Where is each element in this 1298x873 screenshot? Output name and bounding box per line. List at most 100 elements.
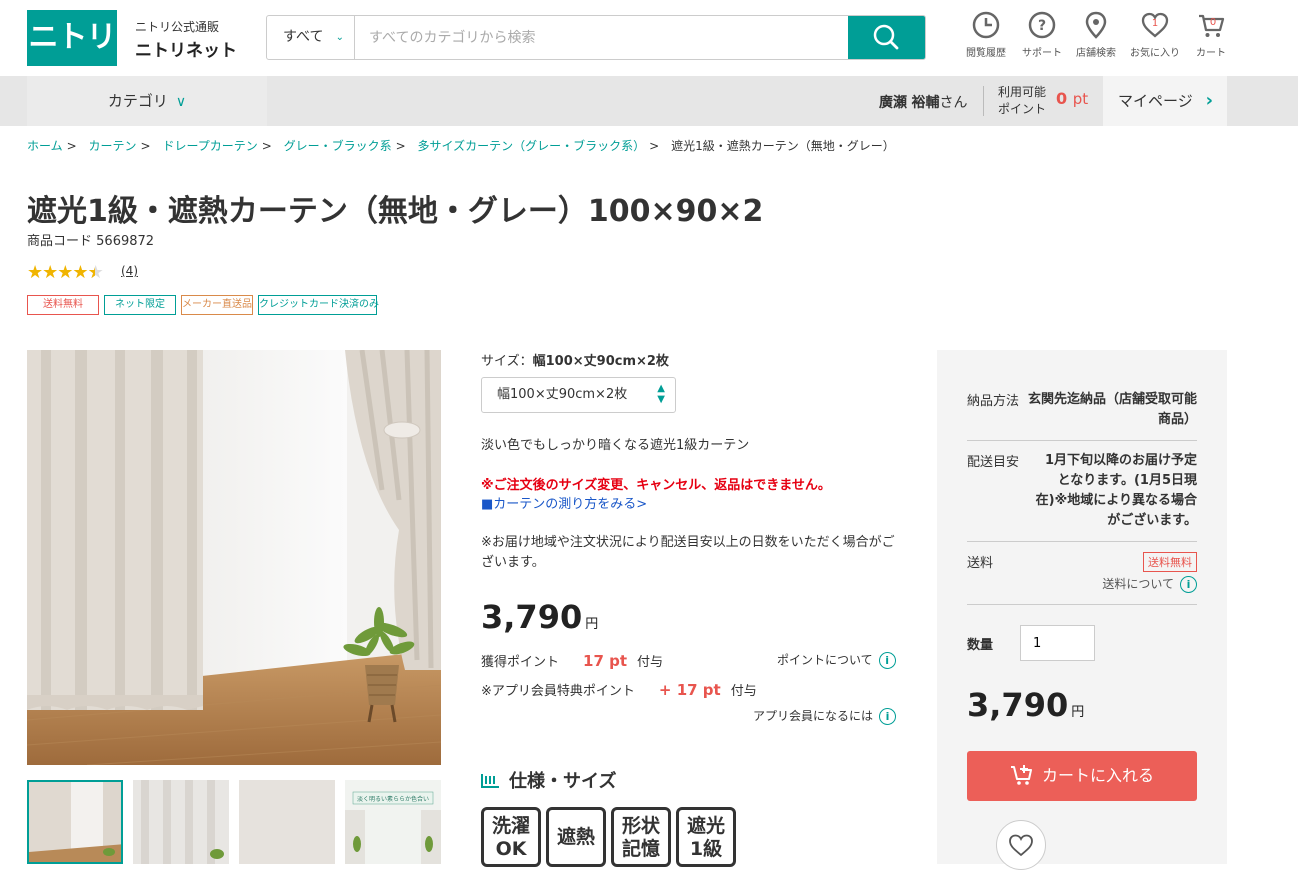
thumbnail-image [29, 782, 121, 862]
delivery-eta-row: 配送目安 1月下旬以降のお届け予定となります。(1月5日現在)※地域により異なる… [967, 451, 1197, 531]
badge-line: OK [495, 838, 527, 860]
mypage-label: マイページ [1118, 92, 1193, 110]
product-main-image[interactable] [27, 350, 441, 765]
history-link[interactable]: 閲覧履歴 [958, 10, 1014, 59]
badge-shape-memory: 形状 記憶 [611, 807, 671, 867]
svg-text:?: ? [1038, 18, 1046, 34]
chevron-down-icon: ∨ [175, 94, 187, 110]
add-to-cart-label: カートに入れる [1041, 766, 1154, 785]
size-select[interactable]: 幅100×丈90cm×2枚 ▲ ▼ [481, 377, 676, 413]
thumbnail-1[interactable] [27, 780, 123, 864]
breadcrumb-separator: > [261, 139, 272, 153]
thumbnail-image [133, 780, 229, 864]
help-icon: ? [1028, 11, 1056, 39]
history-label: 閲覧履歴 [966, 48, 1006, 59]
chevron-down-icon: ⌄ [335, 32, 344, 43]
tag-maker-direct: メーカー直送品 [181, 295, 253, 315]
divider [967, 604, 1197, 605]
review-count-link[interactable]: (4) [121, 264, 138, 278]
shipping-info-label: 送料について [1102, 577, 1174, 591]
search-bar: すべて ⌄ [266, 15, 926, 60]
add-to-cart-button[interactable]: カートに入れる [967, 751, 1197, 801]
cart-count: 0 [1210, 17, 1216, 28]
divider [967, 440, 1197, 441]
mypage-link[interactable]: マイページ › [1103, 76, 1227, 126]
search-input[interactable] [355, 16, 849, 59]
user-suffix: さん [939, 95, 968, 111]
product-description: 淡い色でもしっかり暗くなる遮光1級カーテン [481, 438, 750, 453]
badge-line: 1級 [689, 838, 723, 860]
cart-link[interactable]: 0 カート [1183, 10, 1239, 59]
earned-points-row: 獲得ポイント 17 pt 付与 [481, 651, 663, 670]
support-link[interactable]: ? サポート [1014, 10, 1070, 59]
breadcrumb: ホーム > カーテン > ドレープカーテン > グレー・ブラック系 > 多サイズカーテン… [27, 137, 895, 154]
category-menu-button[interactable]: カテゴリ ∨ [27, 76, 267, 126]
app-points-value: + 17 pt [658, 681, 721, 699]
support-label: サポート [1022, 48, 1062, 59]
info-icon: i [1180, 576, 1197, 593]
star-icon: ★ [42, 262, 58, 283]
search-category-select[interactable]: すべて ⌄ [267, 16, 355, 59]
delivery-method-row: 納品方法 玄関先迄納品（店舗受取可能商品） [967, 390, 1197, 430]
spec-heading: 仕様・サイズ [481, 767, 616, 793]
favorites-label: お気に入り [1130, 48, 1180, 59]
quantity-input[interactable] [1020, 625, 1095, 661]
star-icon: ★ [27, 262, 43, 283]
star-icon: ★ [57, 262, 73, 283]
shipping-info-link[interactable]: 送料について i [1102, 575, 1197, 593]
price-currency: 円 [585, 617, 599, 632]
favorites-count: 1 [1152, 18, 1158, 29]
chevron-right-icon: › [1205, 90, 1213, 111]
favorites-link[interactable]: 1 お気に入り [1127, 10, 1183, 59]
thumbnail-image [239, 780, 335, 864]
thumbnail-caption: 淡く明るい素ららか色合い [357, 795, 429, 803]
app-points-suffix: 付与 [730, 684, 757, 699]
user-greeting: 廣瀬 裕輔さん [879, 92, 967, 112]
star-half-icon: ★★ [87, 262, 104, 283]
shipping-label: 送料 [967, 556, 994, 571]
quantity-label: 数量 [967, 638, 994, 653]
thumbnail-4[interactable]: 淡く明るい素ららか色合い [345, 780, 441, 864]
breadcrumb-gray-black[interactable]: グレー・ブラック系 [284, 139, 392, 153]
points-info-link[interactable]: ポイントについて i [777, 651, 896, 669]
breadcrumb-separator: > [66, 139, 77, 153]
brand-subtitle: ニトリ公式通販 [135, 20, 220, 34]
purchase-panel: 納品方法 玄関先迄納品（店舗受取可能商品） 配送目安 1月下旬以降のお届け予定と… [937, 350, 1227, 870]
tag-free-shipping: 送料無料 [27, 295, 99, 315]
breadcrumb-drape[interactable]: ドレープカーテン [162, 139, 257, 153]
breadcrumb-current: 遮光1級・遮熱カーテン（無地・グレー） [671, 139, 895, 153]
points-value: 0 [1056, 89, 1068, 108]
points-unit: pt [1072, 90, 1089, 108]
add-to-favorites-button[interactable] [996, 820, 1046, 870]
star-icon: ★ [72, 262, 88, 283]
thumbnail-3[interactable] [239, 780, 335, 864]
size-select-value: 幅100×丈90cm×2枚 [497, 387, 628, 402]
select-arrows-icon: ▲ ▼ [657, 383, 665, 405]
delivery-eta-value: 1月下旬以降のお届け予定となります。(1月5日現在)※地域により異なる場合がござ… [1035, 453, 1197, 528]
search-button[interactable] [848, 16, 925, 59]
delivery-note: ※お届け地域や注文状況により配送目安以上の日数をいただく場合がございます。 [481, 535, 895, 570]
brand-name[interactable]: ニトリネット [135, 36, 237, 61]
breadcrumb-home[interactable]: ホーム [27, 139, 63, 153]
product-code-value: 5669872 [96, 234, 155, 249]
cart-label: カート [1196, 48, 1226, 59]
search-icon [873, 24, 899, 50]
site-header: ニトリ ニトリ公式通販 ニトリネット すべて ⌄ 閲覧履歴 ? [0, 0, 1298, 76]
thumbnail-2[interactable] [133, 780, 229, 864]
app-points-label: ※アプリ会員特典ポイント [481, 684, 635, 699]
map-pin-icon [1085, 11, 1107, 39]
breadcrumb-separator: > [140, 139, 151, 153]
breadcrumb-curtain[interactable]: カーテン [89, 139, 137, 153]
panel-price: 3,790 円 [967, 686, 1084, 724]
size-label-value: 幅100×丈90cm×2枚 [532, 354, 669, 369]
app-member-info-link[interactable]: アプリ会員になるには i [753, 707, 897, 725]
nitori-logo[interactable]: ニトリ [27, 10, 117, 66]
curtain-measure-link[interactable]: ■カーテンの測り方をみる> [481, 493, 647, 512]
earned-points-label: 獲得ポイント [481, 655, 560, 670]
search-category-label: すべて [283, 29, 324, 45]
panel-price-value: 3,790 [967, 686, 1069, 724]
info-icon: i [879, 708, 897, 725]
store-search-link[interactable]: 店舗検索 [1068, 10, 1124, 59]
breadcrumb-multi-size[interactable]: 多サイズカーテン（グレー・ブラック系） [418, 139, 646, 153]
badge-line: 形状 [621, 815, 660, 837]
